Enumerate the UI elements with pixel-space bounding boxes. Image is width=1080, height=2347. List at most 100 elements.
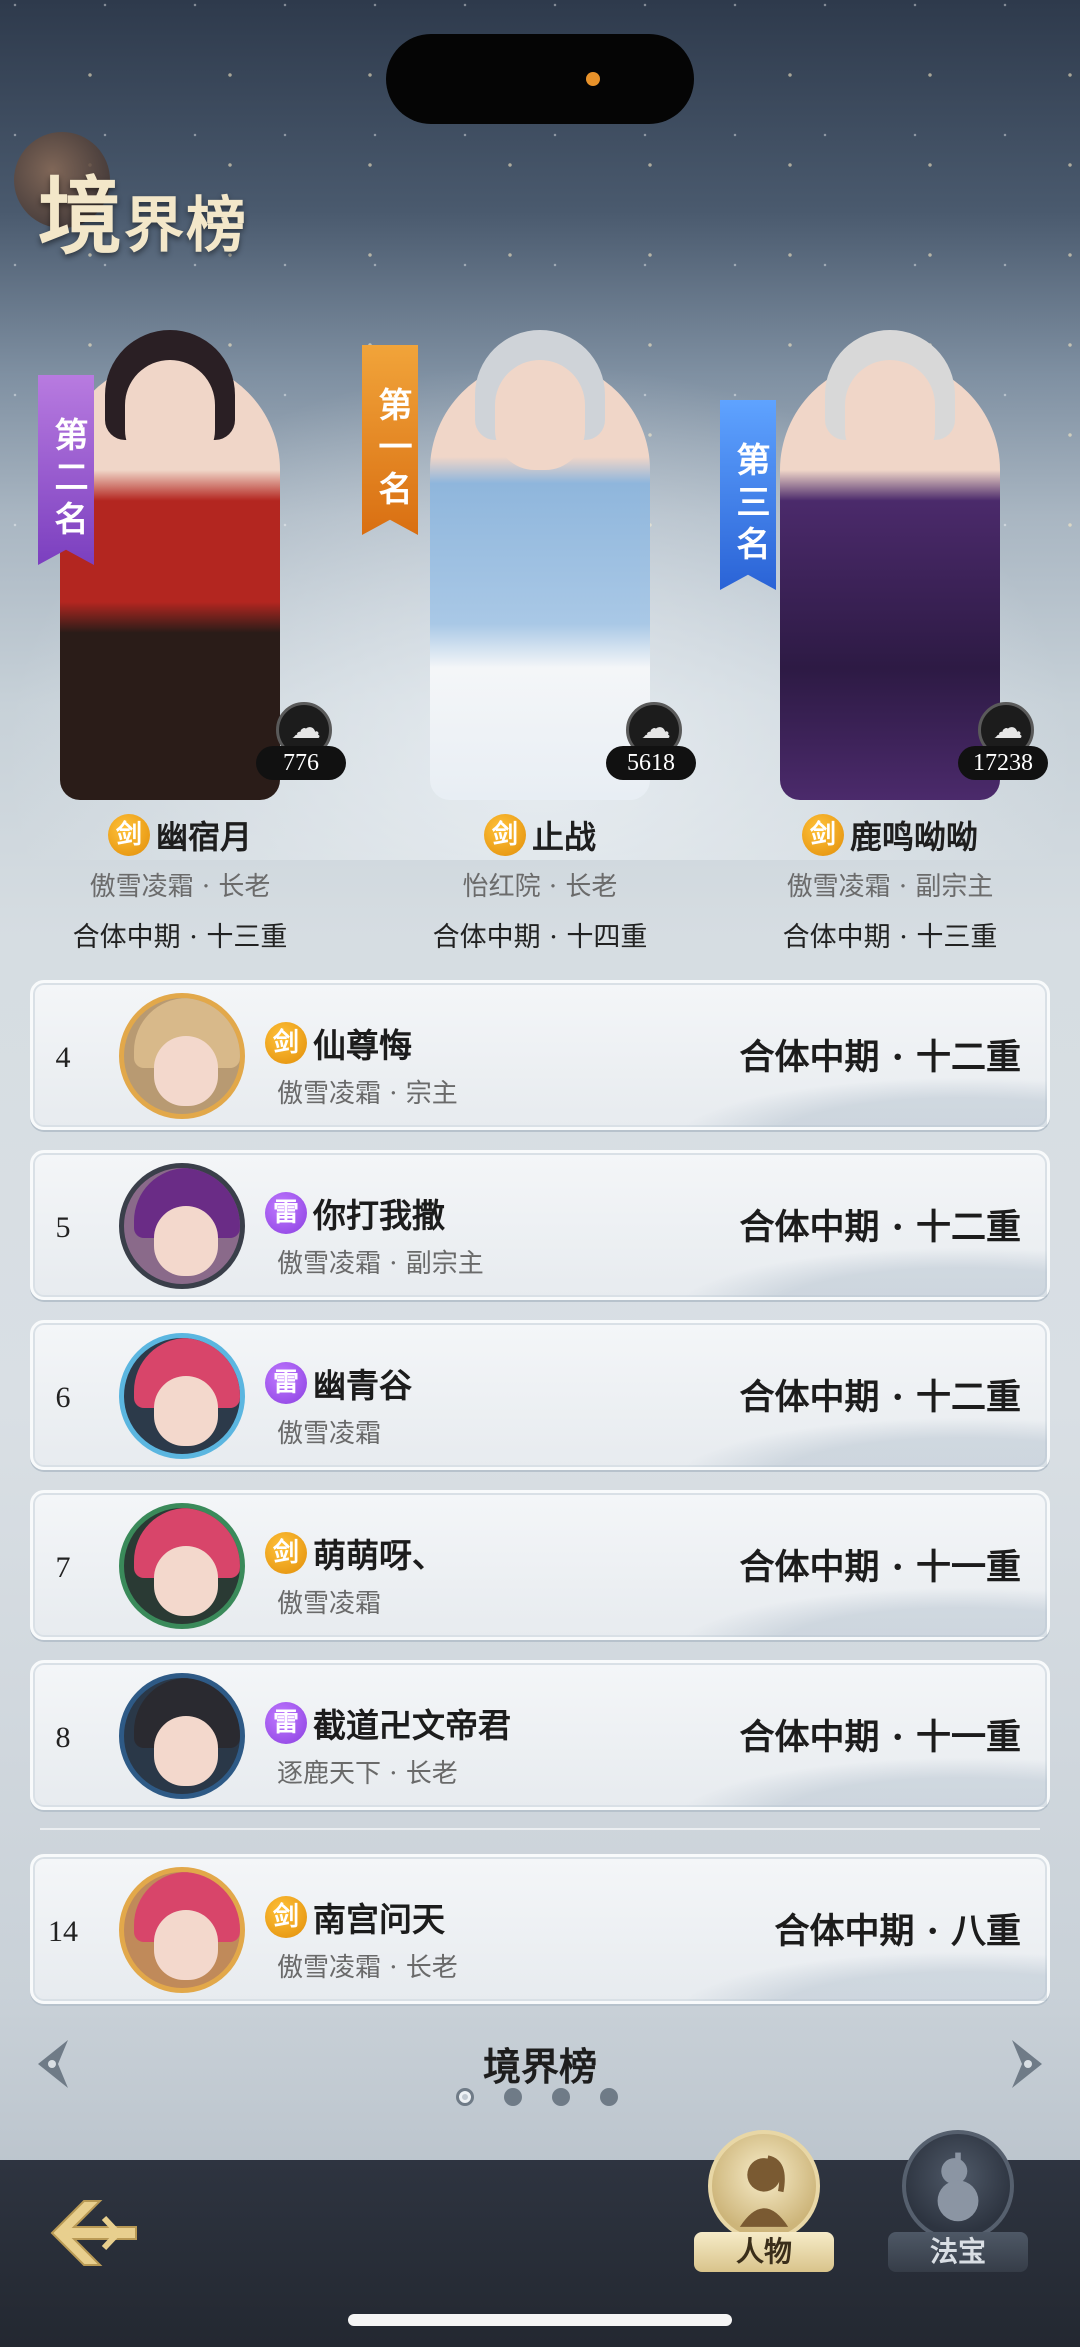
player-sect: 傲雪凌霜 · 长老 <box>89 872 271 902</box>
podium-third-info[interactable]: 剑鹿鸣呦呦 傲雪凌霜 · 副宗主 合体中期 · 十三重 <box>720 812 1060 954</box>
rank-number: 5 <box>55 1211 71 1244</box>
rank-number: 7 <box>55 1551 71 1584</box>
avatar-face <box>154 1376 218 1446</box>
leaderboard-self-row[interactable]: 14 剑 南宫问天 傲雪凌霜 · 长老 合体中期 · 八重 <box>30 1854 1050 2004</box>
page-title-big-char: 境 <box>38 167 125 266</box>
player-sect: 逐鹿天下 · 长老 <box>277 1759 458 1789</box>
fans-count: 17238 <box>958 746 1048 780</box>
page-dot-4[interactable] <box>600 2088 618 2106</box>
page-dot-1[interactable] <box>456 2088 474 2106</box>
player-sect: 傲雪凌霜 <box>277 1589 382 1619</box>
player-realm-level: 合体中期 · 十一重 <box>739 1547 1021 1588</box>
rank-number: 14 <box>48 1915 78 1948</box>
sword-element-icon: 剑 <box>483 814 526 856</box>
home-indicator[interactable] <box>348 2314 732 2326</box>
character-head <box>495 360 585 470</box>
rank-number: 4 <box>55 1041 71 1074</box>
fans-badge-first[interactable]: 5618 <box>606 702 696 798</box>
player-realm-level: 合体中期 · 十一重 <box>739 1717 1021 1758</box>
player-sect: 傲雪凌霜 · 副宗主 <box>277 1249 484 1279</box>
tab-treasure-label: 法宝 <box>888 2232 1028 2272</box>
page-title: 境界榜 <box>38 150 248 271</box>
player-avatar[interactable] <box>119 1163 245 1289</box>
player-sect: 怡红院 · 长老 <box>462 872 618 902</box>
page-dot-3[interactable] <box>552 2088 570 2106</box>
avatar-face <box>154 1546 218 1616</box>
player-name: 萌萌呀、 <box>313 1536 445 1575</box>
avatar-face <box>154 1206 218 1276</box>
avatar-face <box>154 1910 218 1980</box>
player-sect: 傲雪凌霜 <box>277 1419 382 1449</box>
player-name: 止战 <box>531 818 596 856</box>
player-sect: 傲雪凌霜 · 长老 <box>277 1953 458 1983</box>
player-realm-level: 合体中期 · 十二重 <box>739 1037 1021 1078</box>
player-avatar[interactable] <box>119 1503 245 1629</box>
leaderboard-row-4[interactable]: 4 剑 仙尊悔 傲雪凌霜 · 宗主 合体中期 · 十二重 <box>30 980 1050 1130</box>
player-name: 南宫问天 <box>313 1900 445 1939</box>
player-name: 鹿鸣呦呦 <box>849 818 978 856</box>
top-three-podium: 第二名 776 第一名 5618 第三名 17238 剑幽宿月 傲雪凌霜 · 长… <box>0 320 1080 953</box>
avatar-face <box>154 1036 218 1106</box>
player-name-line: 剑止战 <box>370 812 710 858</box>
player-sect: 傲雪凌霜 · 宗主 <box>277 1079 458 1109</box>
player-name: 截道卍文帝君 <box>313 1706 511 1745</box>
player-name-line: 雷 幽青谷 <box>265 1359 412 1407</box>
fans-badge-third[interactable]: 17238 <box>958 702 1048 798</box>
fans-count: 776 <box>256 746 346 780</box>
tab-person[interactable]: 人物 <box>694 2130 834 2290</box>
leaderboard-row-8[interactable]: 8 雷 截道卍文帝君 逐鹿天下 · 长老 合体中期 · 十一重 <box>30 1660 1050 1810</box>
rank-banner-first: 第一名 <box>362 345 418 535</box>
fans-count: 5618 <box>606 746 696 780</box>
gourd-icon <box>902 2130 1014 2242</box>
player-name-line: 雷 截道卍文帝君 <box>265 1699 511 1747</box>
player-avatar[interactable] <box>119 1867 245 1993</box>
page-dot-2[interactable] <box>504 2088 522 2106</box>
player-name-line: 剑幽宿月 <box>10 812 350 858</box>
character-head <box>845 360 935 470</box>
podium-first-info[interactable]: 剑止战 怡红院 · 长老 合体中期 · 十四重 <box>370 812 710 954</box>
sword-element-icon: 剑 <box>265 1022 307 1064</box>
podium-second-info[interactable]: 剑幽宿月 傲雪凌霜 · 长老 合体中期 · 十三重 <box>10 812 350 954</box>
player-sect: 傲雪凌霜 · 副宗主 <box>786 872 994 902</box>
player-realm-level: 合体中期 · 十三重 <box>72 922 288 953</box>
player-avatar[interactable] <box>119 993 245 1119</box>
tab-person-label: 人物 <box>694 2232 834 2272</box>
tab-treasure[interactable]: 法宝 <box>888 2130 1028 2290</box>
leaderboard-row-6[interactable]: 6 雷 幽青谷 傲雪凌霜 合体中期 · 十二重 <box>30 1320 1050 1470</box>
fans-badge-second[interactable]: 776 <box>256 702 346 798</box>
rank-banner-second: 第二名 <box>38 375 94 565</box>
player-realm-level: 合体中期 · 十四重 <box>432 922 648 953</box>
avatar-face <box>154 1716 218 1786</box>
player-name: 你打我撒 <box>313 1196 445 1235</box>
player-avatar[interactable] <box>119 1673 245 1799</box>
leaderboard-page-title: 境界榜 <box>482 2044 597 2089</box>
player-realm-level: 合体中期 · 十二重 <box>739 1207 1021 1248</box>
player-avatar[interactable] <box>119 1333 245 1459</box>
player-realm-level: 合体中期 · 八重 <box>774 1911 1021 1952</box>
player-realm-level: 合体中期 · 十二重 <box>739 1377 1021 1418</box>
leaderboard-row-7[interactable]: 7 剑 萌萌呀、 傲雪凌霜 合体中期 · 十一重 <box>30 1490 1050 1640</box>
player-name-line: 剑 萌萌呀、 <box>265 1529 445 1577</box>
person-icon <box>708 2130 820 2242</box>
sword-element-icon: 剑 <box>265 1532 307 1574</box>
page-header: 境界榜 <box>14 130 246 266</box>
player-name-line: 剑 南宫问天 <box>265 1893 445 1941</box>
rank-number: 6 <box>55 1381 71 1414</box>
list-divider <box>40 1828 1040 1830</box>
thunder-element-icon: 雷 <box>265 1362 307 1404</box>
rank-number: 8 <box>55 1721 71 1754</box>
page-title-rest: 界榜 <box>124 191 249 261</box>
character-head <box>125 360 215 470</box>
sword-element-icon: 剑 <box>265 1896 307 1938</box>
back-arrow-icon[interactable] <box>44 2188 144 2278</box>
next-page-arrow-icon[interactable] <box>1004 2036 1052 2092</box>
player-name-line: 剑 仙尊悔 <box>265 1019 412 1067</box>
page-indicator[interactable] <box>456 2088 618 2106</box>
sword-element-icon: 剑 <box>801 814 844 856</box>
privacy-indicator-dot <box>586 72 600 86</box>
leaderboard-row-5[interactable]: 5 雷 你打我撒 傲雪凌霜 · 副宗主 合体中期 · 十二重 <box>30 1150 1050 1300</box>
player-name-line: 雷 你打我撒 <box>265 1189 445 1237</box>
thunder-element-icon: 雷 <box>265 1192 307 1234</box>
player-name: 仙尊悔 <box>313 1026 412 1065</box>
player-name-line: 剑鹿鸣呦呦 <box>720 812 1060 858</box>
